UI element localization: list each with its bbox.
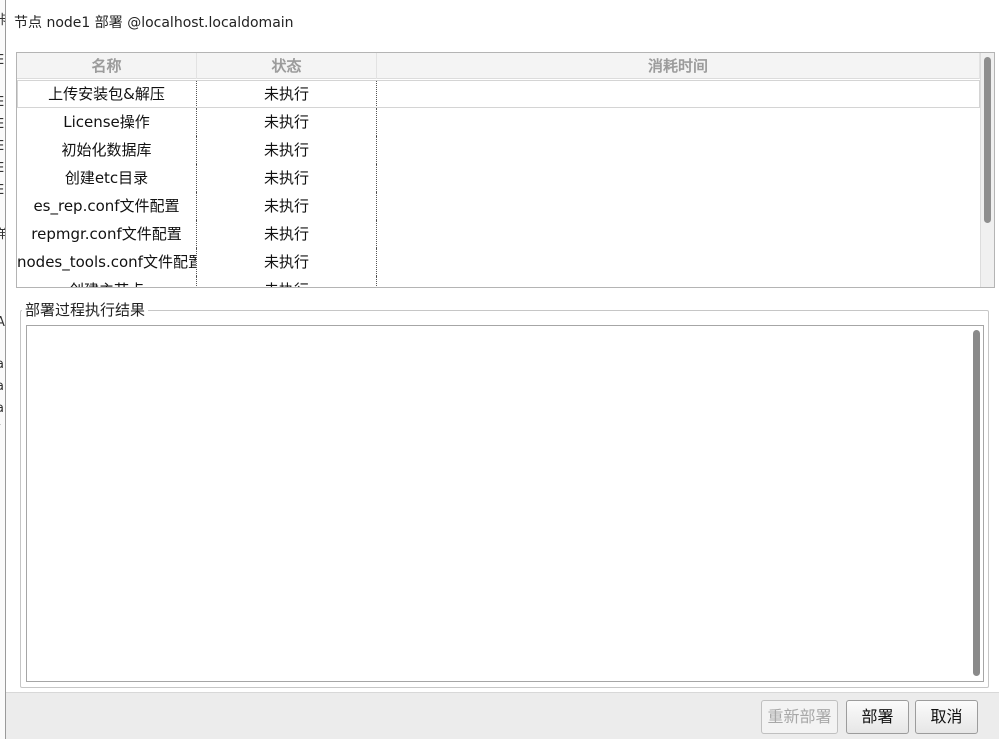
cell-duration	[377, 136, 980, 164]
table-row[interactable]: 上传安装包&解压 未执行	[17, 80, 980, 108]
table-row[interactable]: repmgr.conf文件配置 未执行	[17, 220, 980, 248]
table-row[interactable]: es_rep.conf文件配置 未执行	[17, 192, 980, 220]
bg-glyph: E	[0, 96, 4, 110]
cell-name: 上传安装包&解压	[17, 80, 197, 108]
cell-duration	[377, 192, 980, 220]
table-header: 名称 状态 消耗时间	[17, 53, 980, 79]
result-textarea[interactable]	[26, 325, 984, 682]
cell-name: License操作	[17, 108, 197, 136]
cell-status: 未执行	[197, 136, 377, 164]
bg-glyph: A	[0, 316, 5, 330]
bg-glyph: a	[0, 380, 4, 394]
result-group-label: 部署过程执行结果	[22, 299, 149, 320]
cell-status: 未执行	[197, 164, 377, 192]
table-row[interactable]: nodes_tools.conf文件配置 未执行	[17, 248, 980, 276]
result-scrollbar[interactable]	[971, 328, 981, 679]
cell-name: nodes_tools.conf文件配置	[17, 248, 197, 276]
bg-glyph: E	[0, 118, 4, 132]
column-header-name[interactable]: 名称	[17, 53, 197, 79]
table-scrollbar[interactable]	[980, 53, 994, 287]
bg-glyph: E	[0, 54, 4, 68]
column-header-duration[interactable]: 消耗时间	[377, 53, 980, 79]
cell-duration	[377, 80, 980, 108]
cell-status: 未执行	[197, 248, 377, 276]
cell-duration	[377, 276, 980, 287]
bg-glyph: E	[0, 140, 4, 154]
deploy-button[interactable]: 部署	[846, 700, 909, 734]
redeploy-button[interactable]: 重新部署	[761, 700, 838, 734]
table-scrollbar-thumb[interactable]	[984, 57, 991, 223]
bg-glyph: E	[0, 184, 4, 198]
cell-duration	[377, 164, 980, 192]
bg-glyph: a	[0, 402, 4, 416]
column-header-status[interactable]: 状态	[197, 53, 377, 79]
table-row[interactable]: 创建etc目录 未执行	[17, 164, 980, 192]
cell-status: 未执行	[197, 108, 377, 136]
cell-name: 初始化数据库	[17, 136, 197, 164]
cell-name: 创建主节点	[17, 276, 197, 287]
table-row[interactable]: 创建主节点 未执行	[17, 276, 980, 287]
cell-name: es_rep.conf文件配置	[17, 192, 197, 220]
cell-status: 未执行	[197, 276, 377, 287]
cell-status: 未执行	[197, 80, 377, 108]
deploy-steps-table[interactable]: 名称 状态 消耗时间 上传安装包&解压 未执行 License操作 未执行 初始…	[16, 52, 995, 288]
table-body: 上传安装包&解压 未执行 License操作 未执行 初始化数据库 未执行 创建…	[17, 80, 980, 287]
deploy-dialog: 节点 node1 部署 @localhost.localdomain 名称 状态…	[6, 0, 999, 739]
cell-duration	[377, 108, 980, 136]
window-title: 节点 node1 部署 @localhost.localdomain	[14, 15, 294, 31]
cell-status: 未执行	[197, 192, 377, 220]
cancel-button[interactable]: 取消	[915, 700, 978, 734]
dialog-footer: 重新部署 部署 取消	[6, 692, 999, 739]
cell-duration	[377, 220, 980, 248]
result-scrollbar-thumb[interactable]	[973, 330, 980, 676]
cell-duration	[377, 248, 980, 276]
table-row[interactable]: 初始化数据库 未执行	[17, 136, 980, 164]
cell-name: repmgr.conf文件配置	[17, 220, 197, 248]
bg-glyph: a	[0, 358, 4, 372]
table-row[interactable]: License操作 未执行	[17, 108, 980, 136]
bg-glyph: E	[0, 162, 4, 176]
cell-name: 创建etc目录	[17, 164, 197, 192]
cell-status: 未执行	[197, 220, 377, 248]
